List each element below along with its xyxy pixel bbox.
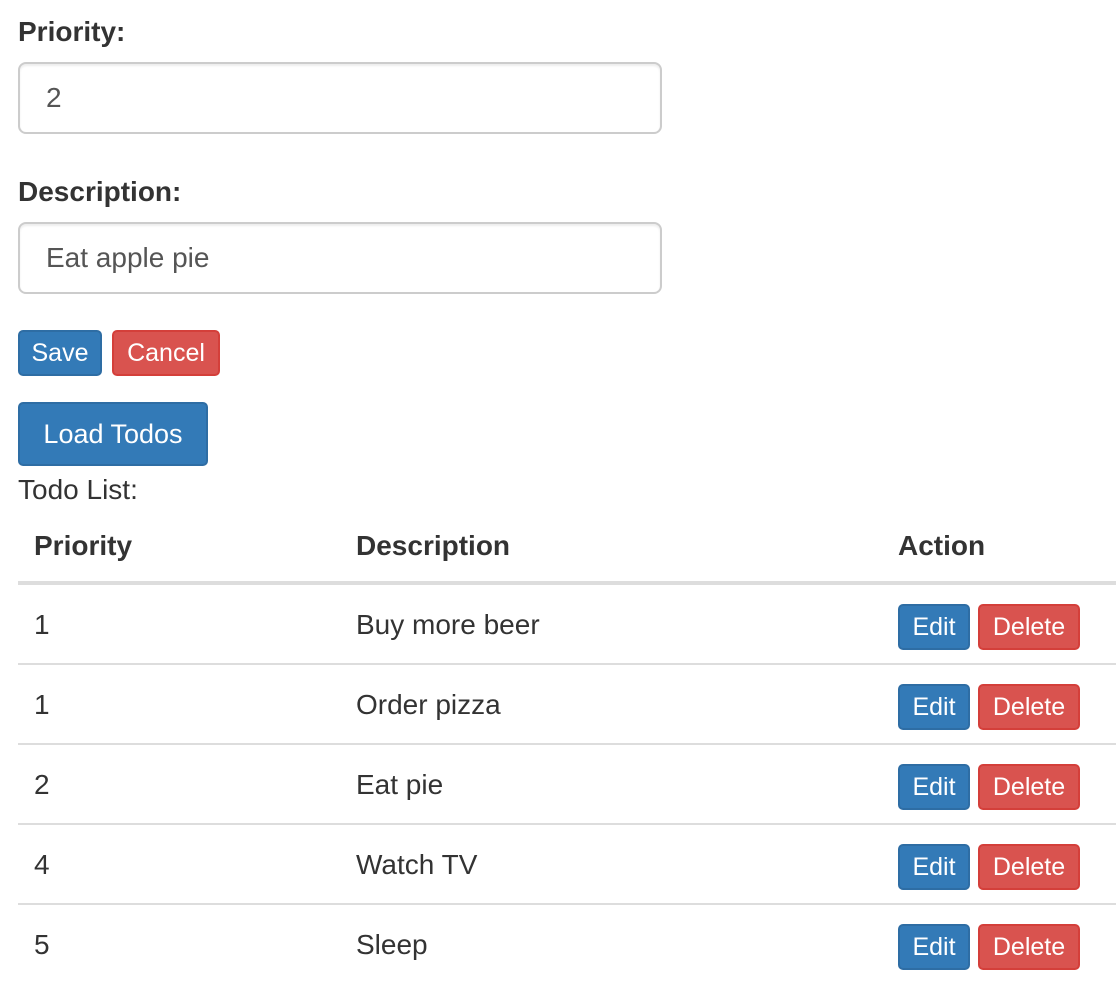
edit-button[interactable]: Edit — [898, 684, 970, 730]
cancel-button[interactable]: Cancel — [112, 330, 220, 376]
column-header-description: Description — [356, 530, 511, 561]
table-row: 1 Order pizza Edit Delete — [18, 665, 1116, 745]
delete-button[interactable]: Delete — [978, 684, 1080, 730]
priority-label: Priority: — [18, 16, 126, 47]
edit-button[interactable]: Edit — [898, 924, 970, 970]
todo-priority: 1 — [34, 609, 50, 640]
column-header-action: Action — [898, 530, 986, 561]
todo-description: Watch TV — [356, 849, 478, 880]
todo-list-label: Todo List: — [18, 474, 138, 505]
column-header-priority: Priority — [34, 530, 133, 561]
todo-description: Order pizza — [356, 689, 501, 720]
table-row: 2 Eat pie Edit Delete — [18, 745, 1116, 825]
table-row: 1 Buy more beer Edit Delete — [18, 585, 1116, 665]
table-row: 4 Watch TV Edit Delete — [18, 825, 1116, 905]
delete-button[interactable]: Delete — [978, 924, 1080, 970]
delete-button[interactable]: Delete — [978, 764, 1080, 810]
todo-priority: 4 — [34, 849, 50, 880]
edit-button[interactable]: Edit — [898, 764, 970, 810]
table-row: 5 Sleep Edit Delete — [18, 905, 1116, 985]
delete-button[interactable]: Delete — [978, 844, 1080, 890]
priority-input[interactable] — [18, 62, 662, 134]
edit-button[interactable]: Edit — [898, 844, 970, 890]
todo-priority: 2 — [34, 769, 50, 800]
todo-description: Buy more beer — [356, 609, 540, 640]
todo-description: Sleep — [356, 929, 428, 960]
description-label: Description: — [18, 176, 182, 207]
todo-priority: 1 — [34, 689, 50, 720]
delete-button[interactable]: Delete — [978, 604, 1080, 650]
save-button[interactable]: Save — [18, 330, 102, 376]
todo-description: Eat pie — [356, 769, 444, 800]
description-input[interactable] — [18, 222, 662, 294]
edit-button[interactable]: Edit — [898, 604, 970, 650]
todo-priority: 5 — [34, 929, 50, 960]
load-todos-button[interactable]: Load Todos — [18, 402, 208, 466]
